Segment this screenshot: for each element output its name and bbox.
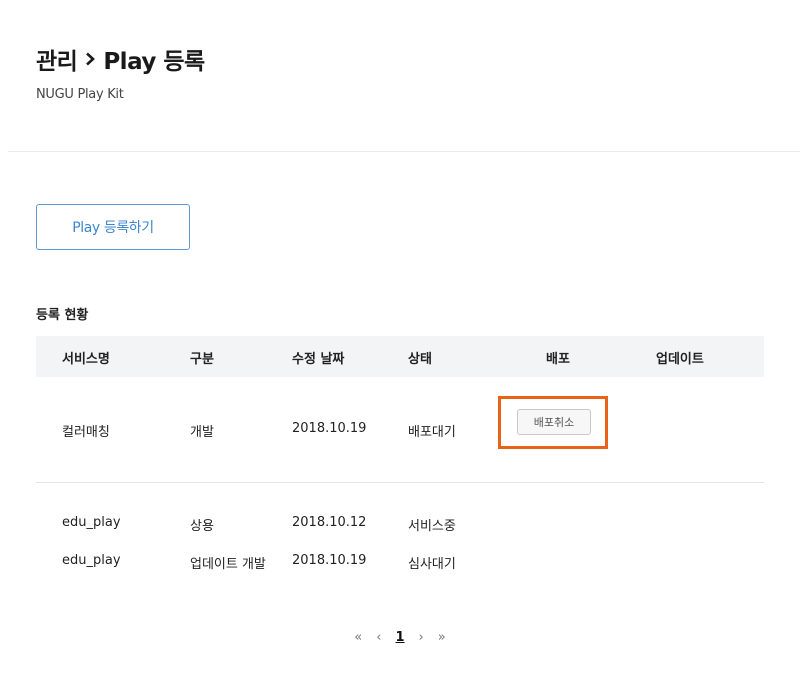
row-status: 심사대기 [408,557,456,572]
section-title: 등록 현황 [36,308,89,323]
page-subtitle: NUGU Play Kit [36,87,124,102]
page-title: 관리 Play 등록 [36,42,205,76]
row-service-name: edu_play [62,515,121,530]
page-first-icon[interactable]: « [354,630,362,645]
page-last-icon[interactable]: » [438,630,446,645]
pagination: « ‹ 1 › » [0,630,800,645]
page-prev-icon[interactable]: ‹ [376,630,381,645]
breadcrumb-manage[interactable]: 관리 [36,42,78,76]
column-header-update: 업데이트 [656,352,704,367]
column-header-status: 상태 [408,352,432,367]
column-header-type: 구분 [190,352,214,367]
play-register-button[interactable]: Play 등록하기 [36,204,190,250]
row-spacer [36,483,764,505]
row-modified-date: 2018.10.19 [292,421,367,436]
row-status: 서비스중 [408,519,456,534]
table-row: edu_play 업데이트 개발 2018.10.19 심사대기 [36,543,764,581]
table-row: edu_play 상용 2018.10.12 서비스중 [36,505,764,543]
page: 관리 Play 등록 NUGU Play Kit Play 등록하기 등록 현황… [0,0,800,700]
row-modified-date: 2018.10.19 [292,553,367,568]
chevron-right-icon [85,52,96,66]
row-service-name: edu_play [62,553,121,568]
row-modified-date: 2018.10.12 [292,515,367,530]
column-header-service-name: 서비스명 [62,352,110,367]
table-row: 컬러매칭 개발 2018.10.19 배포대기 배포취소 [36,377,764,483]
page-header: 관리 Play 등록 NUGU Play Kit [36,42,205,102]
breadcrumb-current: Play 등록 [103,49,205,75]
deploy-cancel-button[interactable]: 배포취소 [517,409,591,435]
column-header-modified-date: 수정 날짜 [292,352,345,367]
registration-table: 서비스명 구분 수정 날짜 상태 배포 업데이트 컬러매칭 개발 2018.10… [36,336,764,581]
header-divider [8,151,800,152]
page-next-icon[interactable]: › [419,630,424,645]
row-service-name: 컬러매칭 [62,425,110,440]
table-header: 서비스명 구분 수정 날짜 상태 배포 업데이트 [36,336,764,377]
row-type: 상용 [190,519,214,534]
column-header-deploy: 배포 [546,352,570,367]
row-status: 배포대기 [408,425,456,440]
page-number-current[interactable]: 1 [395,630,404,645]
deploy-cancel-highlight: 배포취소 [498,396,608,449]
row-type: 개발 [190,425,214,440]
row-type: 업데이트 개발 [190,557,266,572]
